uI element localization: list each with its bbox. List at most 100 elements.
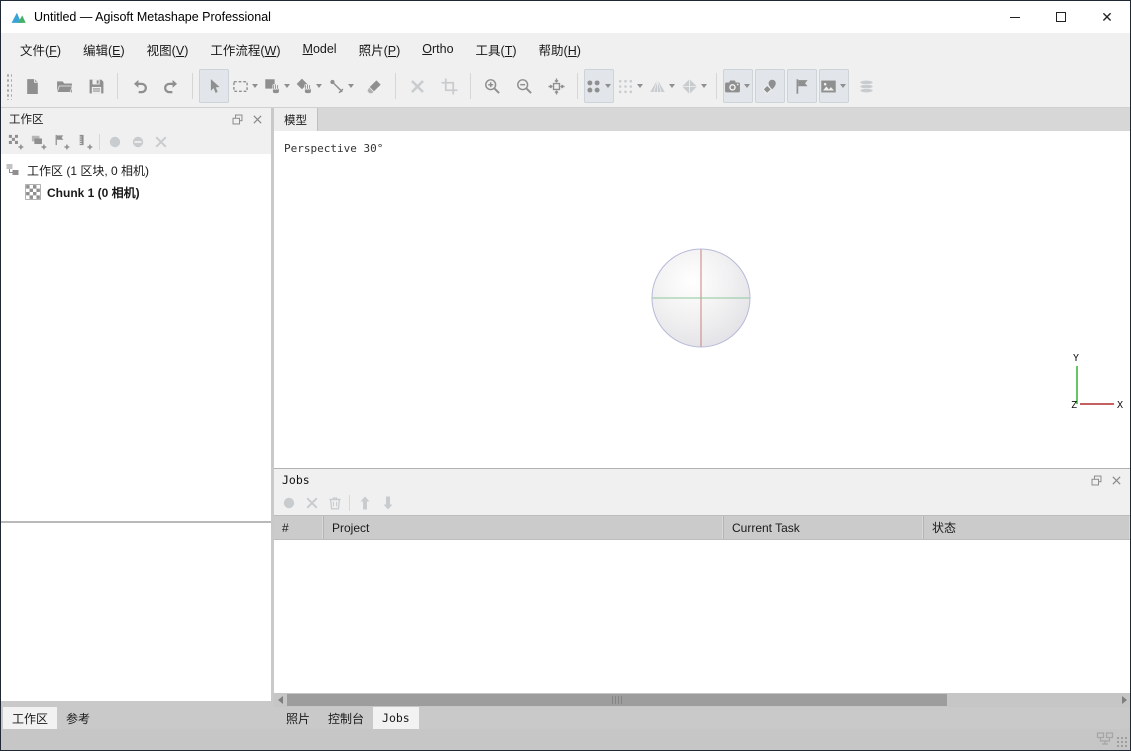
disable-item-button [126, 132, 149, 153]
scroll-left-arrow-icon[interactable] [274, 693, 286, 707]
main-toolbar [1, 65, 1130, 108]
redo-button[interactable] [156, 69, 186, 103]
tab-jobs[interactable]: Jobs [373, 707, 419, 729]
scroll-right-arrow-icon[interactable] [1118, 693, 1130, 707]
menu-edit[interactable]: 编辑(E) [72, 35, 136, 64]
column-header[interactable]: Project [324, 516, 724, 539]
show-point-cloud-button[interactable] [584, 69, 614, 103]
chevron-down-icon[interactable] [282, 69, 292, 103]
measure-tool-button[interactable] [327, 69, 357, 103]
redo-icon [163, 78, 180, 95]
show-cameras-button[interactable] [723, 69, 753, 103]
workspace-tree: 工作区 (1 区块, 0 相机)Chunk 1 (0 相机) [1, 154, 271, 521]
eraser-icon [366, 78, 383, 95]
minimize-button[interactable] [992, 1, 1038, 33]
menu-model[interactable]: Model [292, 37, 348, 61]
chevron-down-icon[interactable] [346, 69, 356, 103]
add-chunk-button[interactable] [4, 132, 27, 153]
network-status-icon [1096, 731, 1114, 747]
float-panel-button[interactable] [1086, 471, 1106, 489]
chevron-down-icon[interactable] [603, 69, 613, 103]
toolbar-separator [470, 73, 471, 99]
move-up-button [353, 493, 376, 514]
add-marker-button[interactable] [50, 132, 73, 153]
jobs-panel-header: Jobs [274, 469, 1130, 491]
tab-workspace[interactable]: 工作区 [3, 707, 57, 729]
menu-file[interactable]: 文件(F) [9, 35, 72, 64]
column-header[interactable]: 状态 [924, 516, 1130, 539]
menu-view[interactable]: 视图(V) [136, 35, 200, 64]
chevron-down-icon[interactable] [667, 69, 677, 103]
float-panel-button[interactable] [227, 110, 247, 128]
metashape-logo-icon [10, 9, 27, 26]
chevron-down-icon[interactable] [314, 69, 324, 103]
remove-item-button [149, 132, 172, 153]
scrollbar-thumb[interactable] [287, 694, 947, 706]
eraser-button[interactable] [359, 69, 389, 103]
open-button[interactable] [49, 69, 79, 103]
camera-icon [724, 78, 741, 95]
add-photos-button[interactable] [27, 132, 50, 153]
chevron-down-icon[interactable] [250, 69, 260, 103]
show-images-button[interactable] [819, 69, 849, 103]
view-tab-model[interactable]: 模型 [274, 108, 318, 131]
jobs-toolbar [274, 491, 1130, 515]
new-project-button[interactable] [17, 69, 47, 103]
horizontal-scrollbar[interactable] [274, 693, 1130, 707]
menu-tools[interactable]: 工具(T) [465, 35, 528, 64]
column-header[interactable]: # [274, 516, 324, 539]
cancel-job-button [300, 493, 323, 514]
close-icon [251, 113, 264, 126]
tree-item-chunk-1[interactable]: Chunk 1 (0 相机) [1, 181, 271, 203]
rectangle-selection-button[interactable] [231, 69, 261, 103]
model-viewport[interactable]: Perspective 30° Y [274, 131, 1130, 468]
save-button[interactable] [81, 69, 111, 103]
undo-button[interactable] [124, 69, 154, 103]
show-shapes-button[interactable] [755, 69, 785, 103]
tab-photos[interactable]: 照片 [277, 707, 319, 729]
fit-view-icon [548, 78, 565, 95]
navigate-view-button[interactable] [295, 69, 325, 103]
toolbar-drag-handle[interactable] [5, 72, 12, 100]
ruler-icon [328, 78, 345, 95]
chevron-down-icon[interactable] [699, 69, 709, 103]
column-header[interactable]: Current Task [724, 516, 924, 539]
axis-y-label: Y [1073, 353, 1079, 364]
show-tiled-model-button [680, 69, 710, 103]
scrollbar-grip-icon [612, 696, 622, 704]
tiled-model-icon [681, 78, 698, 95]
tree-item-workspace-root[interactable]: 工作区 (1 区块, 0 相机) [1, 159, 271, 181]
chevron-down-icon[interactable] [838, 69, 848, 103]
show-model-button [648, 69, 678, 103]
select-tool-button[interactable] [199, 69, 229, 103]
close-window-button[interactable]: ✕ [1084, 1, 1130, 33]
show-markers-button[interactable] [787, 69, 817, 103]
add-scalebar-button[interactable] [73, 132, 96, 153]
menu-workflow[interactable]: 工作流程(W) [199, 35, 291, 64]
reset-view-button[interactable] [541, 69, 571, 103]
trackball-sphere[interactable] [651, 248, 751, 348]
maximize-button[interactable] [1038, 1, 1084, 33]
clear-jobs-button [323, 493, 346, 514]
jobs-table-body [274, 540, 1130, 693]
view-tab-bar: 模型 [274, 108, 1130, 131]
close-panel-button[interactable] [1106, 471, 1126, 489]
menu-help[interactable]: 帮助(H) [528, 35, 592, 64]
close-panel-button[interactable] [247, 110, 267, 128]
menu-ortho[interactable]: Ortho [411, 37, 464, 61]
workspace-panel-header: 工作区 [1, 108, 271, 130]
resize-grip[interactable] [1116, 736, 1129, 749]
navigate-object-button[interactable] [263, 69, 293, 103]
chevron-down-icon[interactable] [635, 69, 645, 103]
remove-x-icon [153, 134, 169, 150]
tab-reference[interactable]: 参考 [57, 707, 99, 729]
zoom-out-button[interactable] [509, 69, 539, 103]
menu-photo[interactable]: 照片(P) [348, 35, 412, 64]
close-icon [1110, 474, 1123, 487]
add-photos-icon [31, 134, 47, 150]
main-area: 工作区 工作区 (1 区块, 0 相机)Chunk 1 (0 相机) 模型 Pe… [1, 108, 1130, 707]
zoom-in-button[interactable] [477, 69, 507, 103]
chevron-down-icon[interactable] [742, 69, 752, 103]
tab-console[interactable]: 控制台 [319, 707, 373, 729]
add-scalebar-icon [77, 134, 93, 150]
